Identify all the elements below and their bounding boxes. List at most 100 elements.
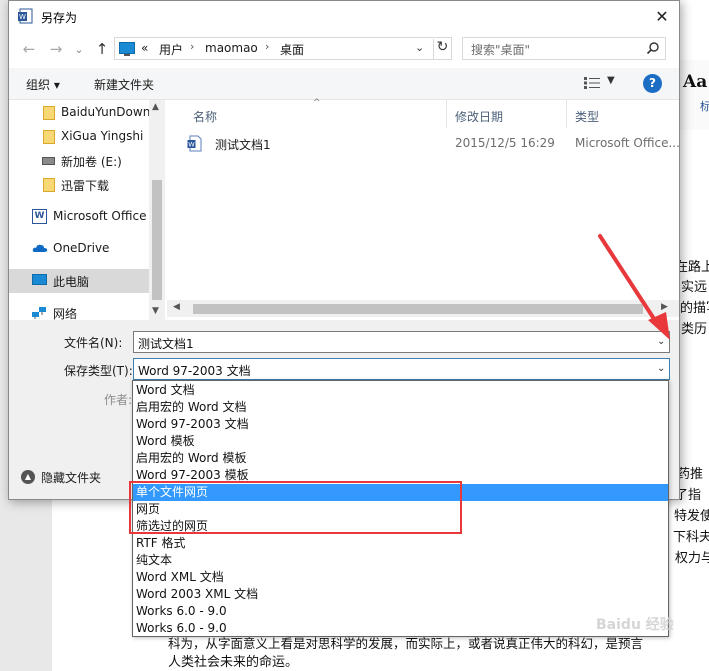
filetype-option[interactable]: Word 模板 — [133, 433, 668, 450]
file-modified: 2015/12/5 16:29 — [455, 136, 555, 150]
nav-item-this-pc[interactable]: 此电脑 — [9, 269, 149, 293]
toolbar: 组织 ▾ 新建文件夹 ▼ ? — [9, 68, 679, 100]
scrollbar-thumb[interactable] — [152, 180, 162, 300]
title-bar[interactable]: W 另存为 ✕ — [9, 1, 679, 32]
breadcrumb-separator[interactable]: › — [190, 40, 194, 53]
nav-item-network[interactable]: 网络 — [9, 301, 149, 320]
annotation-highlight-box — [129, 481, 462, 534]
filetype-option[interactable]: Works 6.0 - 9.0 — [133, 603, 668, 620]
filetype-option[interactable]: Word 文档 — [133, 382, 668, 399]
filetype-value: Word 97-2003 文档 — [138, 364, 251, 378]
view-options-icon[interactable] — [584, 77, 600, 89]
file-type: Microsoft Office... — [575, 136, 680, 150]
doc-text-line: 实远 — [681, 280, 708, 295]
word-app-icon: W — [18, 8, 33, 24]
doc-text-line: 药推 — [677, 467, 704, 482]
filetype-select[interactable]: Word 97-2003 文档 ⌄ — [133, 358, 670, 380]
scroll-left-icon[interactable]: ◀ — [173, 302, 180, 312]
style-label: 标 — [700, 100, 709, 113]
filetype-option[interactable]: 纯文本 — [133, 552, 668, 569]
chevron-down-icon[interactable]: ⌄ — [657, 363, 665, 374]
filetype-option[interactable]: Works 6.0 - 9.0 — [133, 620, 668, 637]
nav-item-baiduyundown[interactable]: BaiduYunDown — [9, 101, 151, 125]
column-header-type[interactable]: 类型 — [575, 108, 599, 125]
search-input[interactable]: 搜索"桌面" — [462, 37, 666, 60]
folder-icon — [43, 106, 55, 120]
nav-item-label: Microsoft Office — [53, 209, 147, 223]
back-arrow-icon[interactable]: ← — [19, 39, 39, 59]
network-icon — [32, 307, 46, 319]
cloud-icon — [32, 244, 48, 252]
nav-item-label: 迅雷下载 — [61, 179, 110, 193]
nav-item-xunlei[interactable]: 迅雷下载 — [9, 173, 149, 197]
filetype-option[interactable]: Word XML 文档 — [133, 569, 668, 586]
nav-item-label: XiGua Yingshi — [61, 129, 144, 143]
address-row: ← → ⌄ ↑ « 用户 › maomao › 桌面 ⌄ ↻ 搜索"桌面" — [9, 35, 679, 63]
sort-caret-icon: ^ — [313, 98, 321, 108]
address-dropdown-icon[interactable]: ⌄ — [415, 41, 424, 54]
filetype-option[interactable]: 启用宏的 Word 模板 — [133, 450, 668, 467]
nav-item-label: 新加卷 (E:) — [61, 155, 122, 169]
scrollbar-thumb[interactable] — [193, 304, 643, 314]
column-divider[interactable] — [566, 100, 567, 128]
doc-text-line: 在路上 — [675, 260, 709, 275]
doc-text-line: 类历 — [681, 322, 708, 337]
collapse-icon: ▲ — [21, 470, 35, 484]
refresh-icon[interactable]: ↻ — [433, 39, 451, 59]
nav-item-label: BaiduYunDown — [61, 105, 151, 119]
new-folder-button[interactable]: 新建文件夹 — [94, 76, 154, 93]
office-icon: W — [32, 209, 47, 224]
doc-text-line: 下科夫 — [673, 530, 709, 545]
view-dropdown-icon[interactable]: ▼ — [607, 75, 615, 86]
nav-scrollbar[interactable]: ▲ ▼ — [149, 100, 165, 320]
filetype-option[interactable]: RTF 格式 — [133, 535, 668, 552]
address-bar[interactable]: « 用户 › maomao › 桌面 ⌄ ↻ — [114, 37, 452, 60]
annotation-arrow-icon — [598, 234, 670, 340]
folder-icon — [43, 130, 55, 144]
help-icon[interactable]: ? — [643, 74, 662, 93]
recent-locations-icon[interactable]: ⌄ — [69, 39, 89, 59]
breadcrumb-separator[interactable]: › — [265, 40, 269, 53]
close-button[interactable]: ✕ — [645, 1, 679, 31]
filename-value[interactable]: 测试文档1 — [138, 335, 194, 352]
nav-item-xigua-yingshi[interactable]: XiGua Yingshi — [9, 125, 149, 149]
nav-item-label: OneDrive — [53, 241, 110, 255]
breadcrumb-prefix[interactable]: « — [141, 41, 148, 55]
filetype-label: 保存类型(T): — [64, 364, 133, 378]
file-row[interactable]: W 测试文档1 2015/12/5 16:29 Microsoft Office… — [167, 133, 679, 155]
search-icon[interactable] — [646, 41, 660, 55]
scroll-down-icon[interactable]: ▼ — [152, 306, 159, 316]
nav-item-label: 网络 — [53, 307, 78, 320]
forward-arrow-icon[interactable]: → — [46, 39, 66, 59]
breadcrumb-users[interactable]: 用户 — [159, 41, 183, 58]
filetype-option[interactable]: 启用宏的 Word 文档 — [133, 399, 668, 416]
nav-item-microsoft-office[interactable]: W Microsoft Office — [9, 205, 149, 229]
author-label: 作者: — [104, 393, 133, 407]
breadcrumb-maomao[interactable]: maomao — [205, 41, 258, 55]
organize-button[interactable]: 组织 ▾ — [26, 76, 60, 93]
svg-text:W: W — [188, 141, 195, 149]
nav-item-label: 此电脑 — [53, 275, 90, 289]
column-header-name[interactable]: 名称 — [193, 108, 217, 125]
watermark: Baidu 经验 — [596, 617, 674, 633]
filetype-option[interactable]: Word 97-2003 文档 — [133, 416, 668, 433]
hide-folders-label: 隐藏文件夹 — [41, 471, 102, 485]
column-header-modified[interactable]: 修改日期 — [455, 108, 503, 125]
column-divider[interactable] — [446, 100, 447, 128]
nav-item-drive-e[interactable]: 新加卷 (E:) — [9, 149, 149, 173]
filetype-option[interactable]: Word 2003 XML 文档 — [133, 586, 668, 603]
up-arrow-icon[interactable]: ↑ — [92, 39, 112, 59]
filename-label: 文件名(N): — [64, 336, 123, 350]
nav-item-onedrive[interactable]: OneDrive — [9, 237, 149, 261]
drive-icon — [42, 157, 55, 165]
scroll-up-icon[interactable]: ▲ — [152, 102, 159, 112]
doc-text-line: 权力与 — [675, 551, 709, 566]
doc-text-line: 人类社会未来的命运。 — [168, 655, 299, 670]
breadcrumb-desktop[interactable]: 桌面 — [280, 41, 304, 58]
pc-icon — [32, 274, 47, 285]
dialog-title: 另存为 — [41, 11, 78, 25]
file-name: 测试文档1 — [215, 138, 271, 152]
pc-icon — [119, 42, 135, 56]
style-sample[interactable]: Aa — [683, 72, 707, 92]
search-placeholder: 搜索"桌面" — [471, 43, 531, 57]
